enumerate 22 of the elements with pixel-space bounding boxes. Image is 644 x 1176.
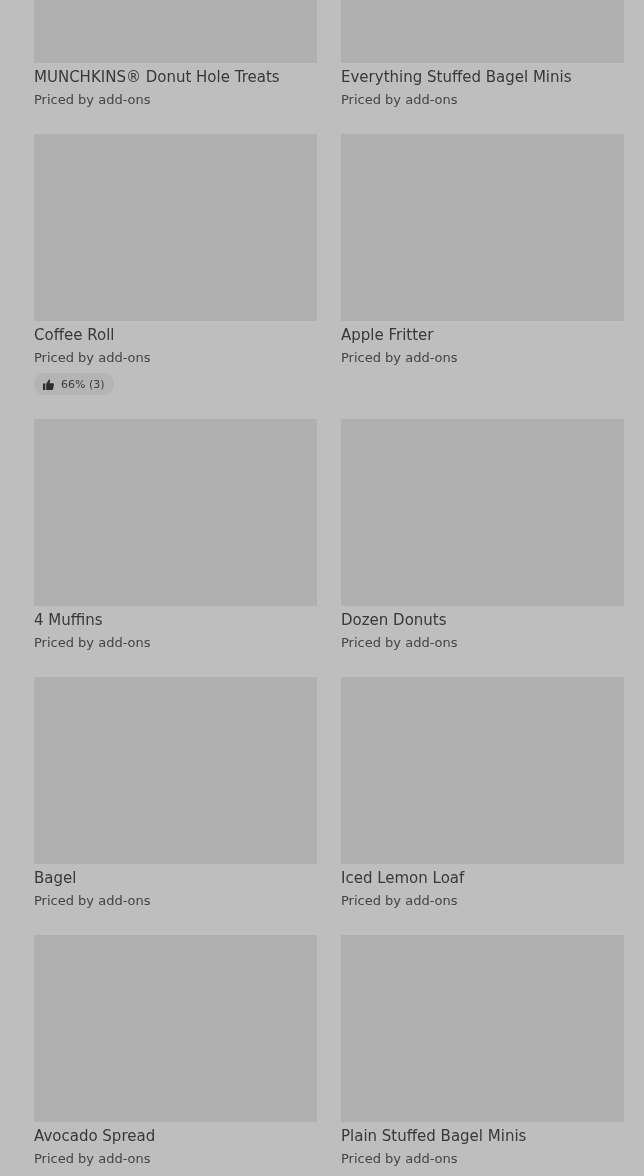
- item-price: Priced by add-ons: [34, 1150, 151, 1168]
- item-price: Priced by add-ons: [341, 1150, 458, 1168]
- item-price: Priced by add-ons: [341, 634, 458, 652]
- item-title: Iced Lemon Loaf: [341, 868, 465, 889]
- item-price: Priced by add-ons: [341, 349, 458, 367]
- item-price: Priced by add-ons: [341, 91, 458, 109]
- item-title: Avocado Spread: [34, 1126, 156, 1147]
- item-title: Dozen Donuts: [341, 610, 447, 631]
- thumbs-up-icon: [43, 378, 54, 390]
- item-title: Everything Stuffed Bagel Minis: [341, 67, 572, 88]
- item-title: Apple Fritter: [341, 325, 434, 346]
- item-title: Bagel: [34, 868, 77, 889]
- item-title: 4 Muffins: [34, 610, 103, 631]
- item-title: Coffee Roll: [34, 325, 115, 346]
- rating-text: 66% (3): [61, 377, 105, 391]
- item-title: Plain Stuffed Bagel Minis: [341, 1126, 527, 1147]
- item-price: Priced by add-ons: [341, 892, 458, 910]
- item-price: Priced by add-ons: [34, 91, 151, 109]
- item-price: Priced by add-ons: [34, 892, 151, 910]
- item-price: Priced by add-ons: [34, 634, 151, 652]
- item-price: Priced by add-ons: [34, 349, 151, 367]
- item-title: MUNCHKINS® Donut Hole Treats: [34, 67, 280, 88]
